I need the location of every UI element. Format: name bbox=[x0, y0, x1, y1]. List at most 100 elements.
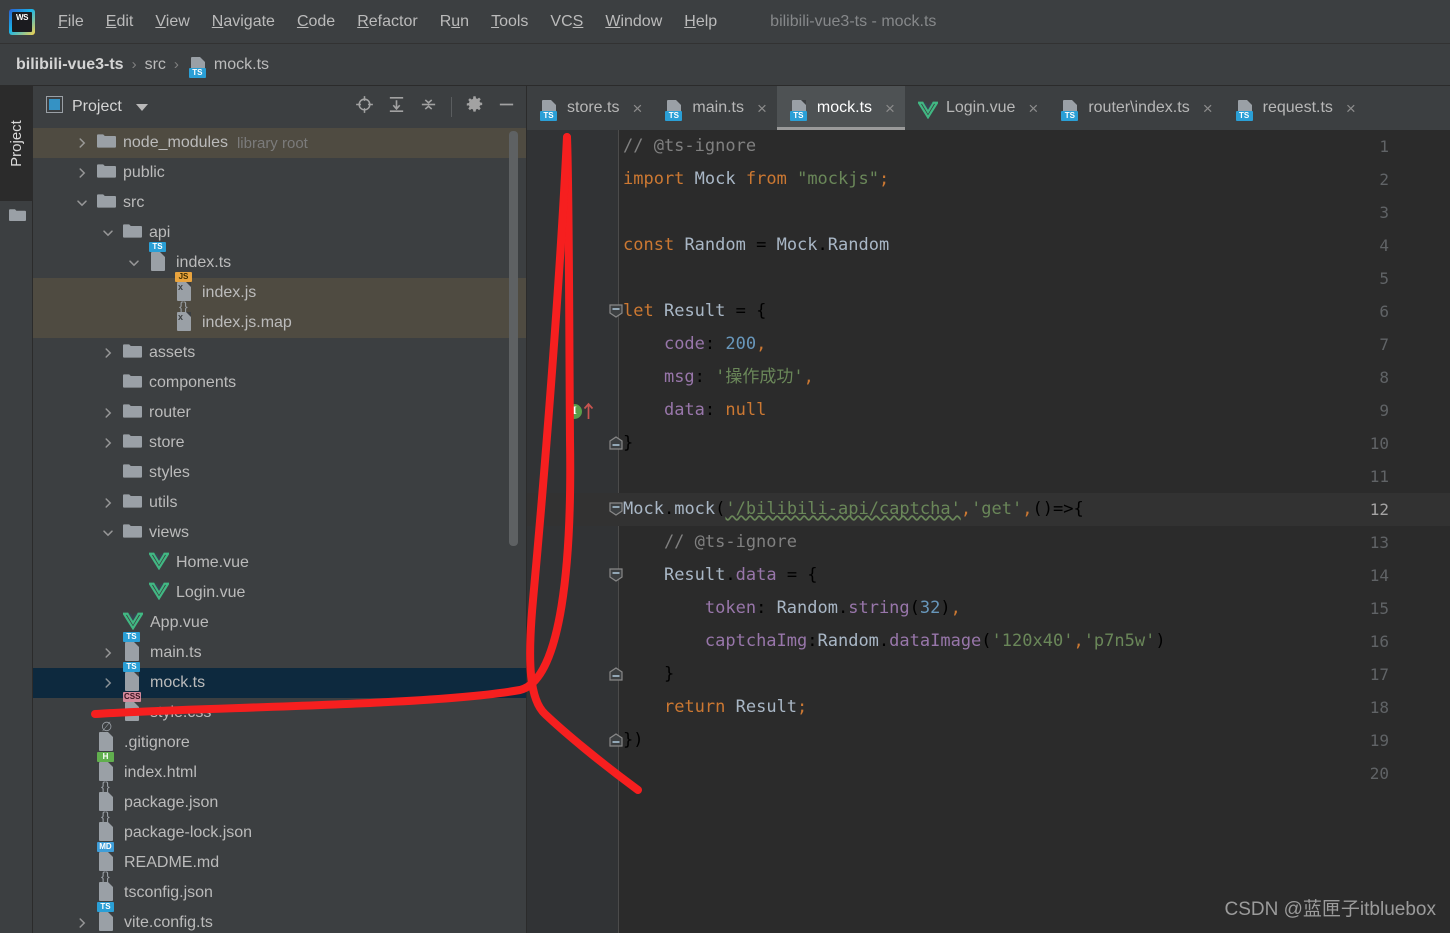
code-line[interactable]: } bbox=[618, 658, 674, 691]
code-line[interactable]: token: Random.string(32), bbox=[618, 592, 961, 625]
menu-run[interactable]: Run bbox=[429, 10, 480, 34]
editor-tab-login-vue[interactable]: Login.vue× bbox=[905, 86, 1048, 130]
tree-row-mock-ts[interactable]: TSmock.ts bbox=[33, 668, 526, 698]
code-line[interactable]: // @ts-ignore bbox=[618, 526, 797, 559]
breadcrumb-project[interactable]: bilibili-vue3-ts bbox=[16, 56, 124, 74]
chevron-right-icon[interactable] bbox=[101, 346, 115, 360]
close-icon[interactable]: × bbox=[1028, 100, 1038, 117]
chevron-down-icon[interactable] bbox=[127, 256, 141, 270]
close-icon[interactable]: × bbox=[757, 100, 767, 117]
code-line[interactable] bbox=[618, 196, 623, 229]
code-line[interactable]: // @ts-ignore bbox=[618, 130, 756, 163]
menu-view[interactable]: View bbox=[144, 10, 200, 34]
tree-row-router[interactable]: router bbox=[33, 398, 526, 428]
project-tree-scrollbar[interactable] bbox=[509, 131, 518, 546]
code-line[interactable]: }) bbox=[618, 724, 643, 757]
breadcrumb-item-file[interactable]: mock.ts bbox=[214, 56, 269, 74]
tree-row-api[interactable]: api bbox=[33, 218, 526, 248]
chevron-right-icon[interactable] bbox=[75, 136, 89, 150]
tree-row-index-js[interactable]: xJSindex.js bbox=[33, 278, 526, 308]
editor-tab-mock-ts[interactable]: TSmock.ts× bbox=[777, 86, 905, 130]
tree-row-index-js-map[interactable]: x{}index.js.map bbox=[33, 308, 526, 338]
code-line[interactable]: Result.data = { bbox=[618, 559, 818, 592]
chevron-down-icon[interactable] bbox=[101, 226, 115, 240]
css-icon: CSS bbox=[123, 702, 143, 724]
code-line[interactable]: } bbox=[618, 427, 633, 460]
editor-tab-request-ts[interactable]: TSrequest.ts× bbox=[1223, 86, 1366, 130]
project-file-tree[interactable]: node_moduleslibrary rootpublicsrcapiTSin… bbox=[33, 128, 526, 933]
breadcrumb-item-src[interactable]: src bbox=[145, 56, 166, 74]
close-icon[interactable]: × bbox=[632, 100, 642, 117]
code-line[interactable]: const Random = Mock.Random bbox=[618, 229, 889, 262]
editor-tab-bar[interactable]: TSstore.ts×TSmain.ts×TSmock.ts×Login.vue… bbox=[527, 86, 1450, 130]
code-line[interactable]: code: 200, bbox=[618, 328, 766, 361]
close-icon[interactable]: × bbox=[1203, 100, 1213, 117]
code-line[interactable]: import Mock from "mockjs"; bbox=[618, 163, 889, 196]
gear-icon[interactable] bbox=[465, 95, 484, 119]
code-editor[interactable]: 123456789I1011121314151617181920 // @ts-… bbox=[527, 130, 1450, 933]
ts-icon: TS bbox=[97, 912, 117, 933]
tree-row-login-vue[interactable]: Login.vue bbox=[33, 578, 526, 608]
chevron-down-icon[interactable] bbox=[75, 196, 89, 210]
chevron-right-icon[interactable] bbox=[101, 646, 115, 660]
menu-edit[interactable]: Edit bbox=[95, 10, 145, 34]
menu-window[interactable]: Window bbox=[594, 10, 673, 34]
line-number: 16 bbox=[1329, 625, 1389, 658]
tree-row-home-vue[interactable]: Home.vue bbox=[33, 548, 526, 578]
chevron-down-icon[interactable] bbox=[136, 104, 148, 111]
menu-navigate[interactable]: Navigate bbox=[201, 10, 286, 34]
code-line[interactable]: captchaImg:Random.dataImage('120x40','p7… bbox=[618, 625, 1166, 658]
menu-vcs[interactable]: VCS bbox=[539, 10, 594, 34]
menu-help[interactable]: Help bbox=[673, 10, 728, 34]
close-icon[interactable]: × bbox=[885, 100, 895, 117]
collapse-all-icon[interactable] bbox=[419, 95, 438, 119]
tree-row-utils[interactable]: utils bbox=[33, 488, 526, 518]
chevron-right-icon[interactable] bbox=[101, 406, 115, 420]
code-line[interactable]: data: null bbox=[618, 394, 766, 427]
locate-icon[interactable] bbox=[355, 95, 374, 119]
tree-row-store[interactable]: store bbox=[33, 428, 526, 458]
code-line[interactable]: Mock.mock('/bilibili-api/captcha','get',… bbox=[618, 493, 1084, 526]
code-line[interactable] bbox=[618, 757, 623, 790]
code-line[interactable] bbox=[618, 460, 623, 493]
tree-row-vite-config-ts[interactable]: TSvite.config.ts bbox=[33, 908, 526, 933]
chevron-right-icon[interactable] bbox=[75, 916, 89, 930]
folder-icon[interactable] bbox=[9, 208, 26, 227]
code-line[interactable] bbox=[618, 262, 623, 295]
gutter-run-marker[interactable]: I bbox=[567, 401, 597, 421]
tree-row-src[interactable]: src bbox=[33, 188, 526, 218]
tree-row-label: index.ts bbox=[176, 254, 231, 272]
hide-panel-icon[interactable] bbox=[497, 95, 516, 119]
code-line[interactable]: return Result; bbox=[618, 691, 807, 724]
chevron-right-icon[interactable] bbox=[101, 496, 115, 510]
tree-row-assets[interactable]: assets bbox=[33, 338, 526, 368]
menu-refactor[interactable]: Refactor bbox=[346, 10, 428, 34]
editor-gutter[interactable] bbox=[527, 130, 618, 933]
code-line[interactable]: let Result = { bbox=[618, 295, 766, 328]
expand-all-icon[interactable] bbox=[387, 95, 406, 119]
tree-row-node-modules[interactable]: node_moduleslibrary root bbox=[33, 128, 526, 158]
tree-row-public[interactable]: public bbox=[33, 158, 526, 188]
menu-tools[interactable]: Tools bbox=[480, 10, 539, 34]
close-icon[interactable]: × bbox=[1346, 100, 1356, 117]
chevron-right-icon[interactable] bbox=[101, 676, 115, 690]
menu-file[interactable]: File bbox=[47, 10, 95, 34]
editor-tab-router-index-ts[interactable]: TSrouter\index.ts× bbox=[1048, 86, 1222, 130]
chevron-down-icon[interactable] bbox=[101, 526, 115, 540]
menu-code[interactable]: Code bbox=[286, 10, 346, 34]
editor-tab-main-ts[interactable]: TSmain.ts× bbox=[652, 86, 777, 130]
editor-tab-store-ts[interactable]: TSstore.ts× bbox=[527, 86, 652, 130]
tree-row-styles[interactable]: styles bbox=[33, 458, 526, 488]
tree-row-components[interactable]: components bbox=[33, 368, 526, 398]
tree-row-views[interactable]: views bbox=[33, 518, 526, 548]
tree-row-main-ts[interactable]: TSmain.ts bbox=[33, 638, 526, 668]
tree-row-label: .gitignore bbox=[124, 734, 190, 752]
tool-window-tab-project[interactable]: Project bbox=[0, 86, 33, 201]
tree-row-index-ts[interactable]: TSindex.ts bbox=[33, 248, 526, 278]
tree-row-app-vue[interactable]: App.vue bbox=[33, 608, 526, 638]
code-line[interactable]: msg: '操作成功', bbox=[618, 361, 814, 394]
inspection-badge-icon[interactable]: I bbox=[567, 404, 582, 419]
chevron-right-icon[interactable] bbox=[75, 166, 89, 180]
chevron-right-icon[interactable] bbox=[101, 436, 115, 450]
project-window-icon bbox=[46, 96, 63, 118]
